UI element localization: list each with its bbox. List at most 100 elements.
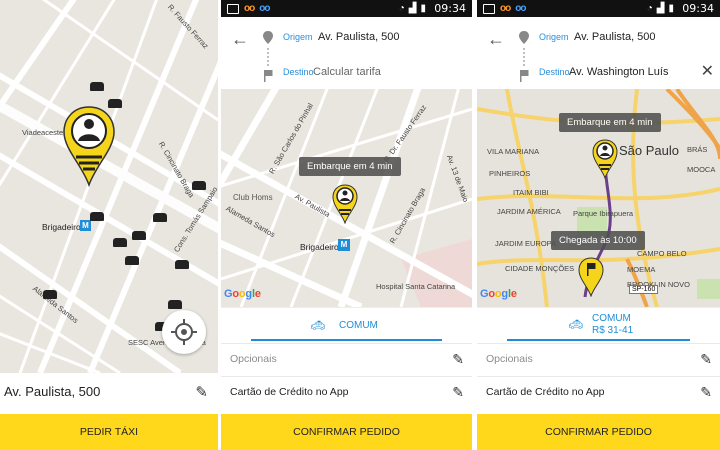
map-label: Brigadeiro: [42, 222, 81, 232]
origin-label: Origem: [539, 32, 569, 42]
wifi-icon: ◔: [646, 3, 653, 14]
status-bar: oo oo ◔ ▟ ▮ 09:34: [477, 0, 720, 17]
signal-icon: ▟: [656, 3, 665, 14]
signal-icon: ▟: [408, 3, 417, 14]
tab-label: COMUM: [592, 313, 631, 324]
pickup-pin-icon[interactable]: [332, 184, 358, 224]
taxi-icon: [43, 290, 57, 299]
taxi-icon: [192, 181, 206, 190]
close-icon[interactable]: ✕: [701, 61, 714, 81]
map-label: CAMPO BELO: [637, 249, 687, 258]
voicemail-icon: oo: [244, 3, 255, 14]
voicemail-icon: oo: [259, 3, 270, 14]
screen-request-taxi: Viadeaceste R. Fausto Ferraz R. Cincinat…: [0, 0, 218, 450]
pickup-address: Av. Paulista, 500: [4, 384, 101, 399]
payment-label: Cartão de Crédito no App: [230, 386, 349, 398]
taxi-icon: [90, 212, 104, 221]
tab-comum[interactable]: 🚕︎ COMUM: [251, 308, 442, 343]
taxi-icon: [90, 82, 104, 91]
request-taxi-button[interactable]: PEDIR TÁXI: [0, 414, 218, 450]
google-logo: Google: [480, 288, 517, 300]
status-icons-right: ◔ ▟ ▮: [399, 3, 426, 14]
map-view[interactable]: Viadeaceste R. Fausto Ferraz R. Cincinat…: [0, 0, 218, 373]
map-label: JARDIM EUROPA: [495, 239, 557, 248]
arrival-eta-bubble: Chegada às 10:00: [551, 231, 645, 250]
metro-icon: M: [338, 239, 350, 251]
confirm-order-button[interactable]: CONFIRMAR PEDIDO: [477, 414, 720, 450]
destination-pin-icon[interactable]: [578, 257, 604, 297]
destination-label: Destino: [539, 67, 570, 77]
status-time: 09:34: [682, 2, 714, 15]
tab-underline: [251, 339, 442, 341]
map-label: VILA MARIANA: [487, 147, 540, 156]
taxi-icon: [175, 260, 189, 269]
payment-row[interactable]: Cartão de Crédito no App ✎: [477, 376, 720, 408]
confirm-order-button[interactable]: CONFIRMAR PEDIDO: [221, 414, 472, 450]
pencil-icon[interactable]: ✎: [700, 384, 712, 401]
pencil-icon[interactable]: ✎: [452, 351, 464, 368]
pencil-icon[interactable]: ✎: [195, 383, 208, 401]
payment-label: Cartão de Crédito no App: [486, 386, 605, 398]
map-label: Parque Ibirapuera: [573, 209, 634, 218]
options-row[interactable]: Opcionais ✎: [221, 343, 472, 375]
map-label: MOEMA: [627, 265, 656, 274]
pickup-eta-bubble: Embarque em 4 min: [299, 157, 401, 176]
voicemail-icon: oo: [515, 3, 526, 14]
status-time: 09:34: [434, 2, 466, 15]
tab-label: COMUM: [339, 320, 378, 331]
taxi-icon: [113, 238, 127, 247]
battery-icon: ▮: [668, 3, 674, 14]
pickup-pin-icon[interactable]: [62, 105, 116, 187]
route-icons: [263, 31, 273, 82]
locate-button[interactable]: [162, 310, 206, 354]
destination-value[interactable]: Av. Washington Luís: [569, 66, 668, 78]
map-label: CIDADE MONÇÕES: [505, 264, 575, 273]
gallery-icon: [483, 3, 495, 14]
origin-value[interactable]: Av. Paulista, 500: [318, 31, 400, 43]
route-icons: [519, 31, 529, 82]
route-header: ← Origem Av. Paulista, 500 Destino Av. W…: [477, 17, 720, 89]
taxi-icon: [153, 213, 167, 222]
map-view[interactable]: VILA MARIANA São Paulo BRÁS PINHEIROS IT…: [477, 89, 720, 307]
screen-confirm-order: oo oo ◔ ▟ ▮ 09:34 ← Origem Av. Paulista,…: [221, 0, 472, 450]
route-header: ← Origem Av. Paulista, 500 Destino Calcu…: [221, 17, 472, 89]
voicemail-icon: oo: [500, 3, 511, 14]
map-label: PINHEIROS: [489, 169, 531, 178]
address-row[interactable]: Av. Paulista, 500 ✎: [0, 373, 218, 413]
back-arrow-icon[interactable]: ←: [231, 29, 249, 50]
pickup-pin-icon[interactable]: [592, 139, 618, 179]
map-label: ITAIM BIBI: [513, 188, 549, 197]
pencil-icon[interactable]: ✎: [452, 384, 464, 401]
pencil-icon[interactable]: ✎: [700, 351, 712, 368]
back-arrow-icon[interactable]: ←: [487, 29, 505, 50]
screen-confirm-order-with-destination: oo oo ◔ ▟ ▮ 09:34 ← Origem Av. Paulista,…: [477, 0, 720, 450]
taxi-icon: [132, 231, 146, 240]
map-label: Hospital Santa Catarina: [376, 282, 456, 291]
wifi-icon: ◔: [398, 3, 405, 14]
map-label: São Paulo: [619, 143, 679, 158]
highway-shield: SP-160: [629, 285, 659, 294]
options-row[interactable]: Opcionais ✎: [477, 343, 720, 375]
category-tabs: 🚕︎ COMUM: [221, 307, 472, 343]
status-icons-left: oo oo: [227, 3, 270, 14]
map-label: MOOCA: [687, 165, 716, 174]
car-icon: 🚕︎: [311, 320, 325, 332]
map-label: Brigadeiro: [300, 242, 339, 252]
app-screenshots: Viadeaceste R. Fausto Ferraz R. Cincinat…: [0, 0, 720, 450]
map-label: Club Homs: [233, 193, 273, 202]
payment-row[interactable]: Cartão de Crédito no App ✎: [221, 376, 472, 408]
destination-value[interactable]: Calcular tarifa: [313, 66, 381, 78]
gallery-icon: [227, 3, 239, 14]
destination-label: Destino: [283, 67, 314, 77]
tab-comum[interactable]: 🚕︎ COMUM R$ 31-41: [507, 308, 690, 343]
status-bar: oo oo ◔ ▟ ▮ 09:34: [221, 0, 472, 17]
google-logo: Google: [224, 288, 261, 300]
tab-price: R$ 31-41: [592, 325, 634, 336]
category-tabs: 🚕︎ COMUM R$ 31-41: [477, 307, 720, 343]
map-label: JARDIM AMÉRICA: [497, 207, 561, 216]
taxi-icon: [125, 256, 139, 265]
map-view[interactable]: R. São Carlos do Pinhal R. Dr. Fausto Fe…: [221, 89, 472, 307]
taxi-icon: [168, 300, 182, 309]
origin-value[interactable]: Av. Paulista, 500: [574, 31, 656, 43]
pickup-eta-bubble: Embarque em 4 min: [559, 113, 661, 132]
